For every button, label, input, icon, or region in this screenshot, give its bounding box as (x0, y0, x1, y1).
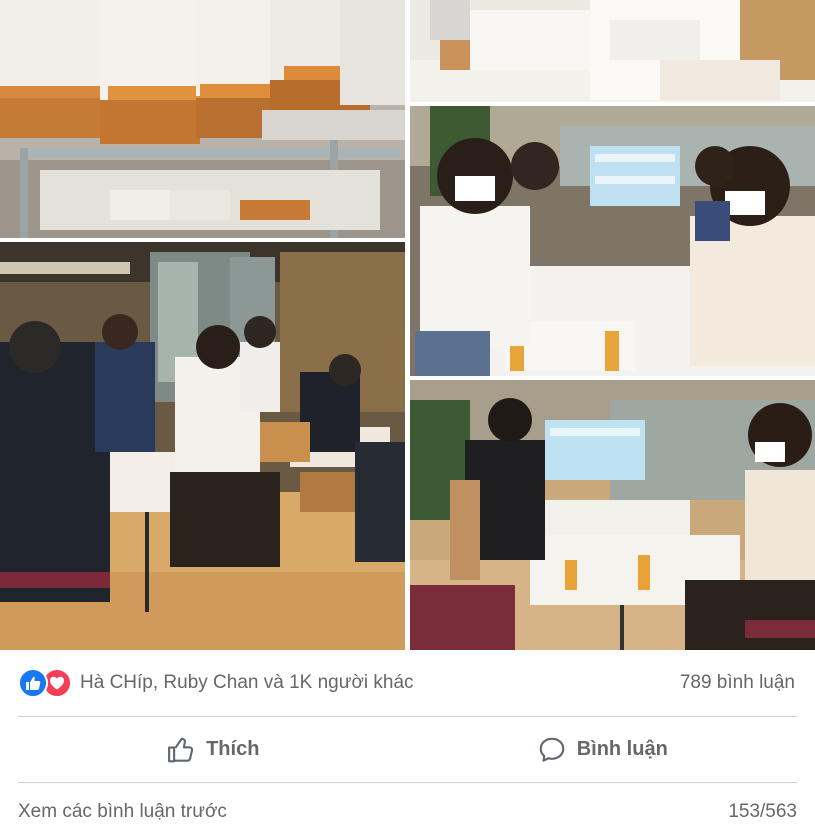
comments-page-count: 153/563 (728, 800, 797, 822)
like-icon (18, 668, 48, 698)
comment-label: Bình luận (576, 738, 668, 760)
comment-count[interactable]: 789 bình luận (680, 672, 797, 694)
photo-women-masks[interactable] (410, 106, 815, 376)
reactions-bar: Hà CHíp, Ruby Chan và 1K người khác 789 … (0, 650, 815, 716)
view-previous-comments-link[interactable]: Xem các bình luận trước (18, 801, 227, 823)
photo-envelopes[interactable] (0, 0, 405, 238)
photo-grid (0, 0, 815, 650)
photo-packing-table[interactable] (410, 380, 815, 650)
photo-office-table[interactable] (0, 242, 405, 650)
reaction-icons[interactable] (18, 668, 72, 698)
photo-hands-gloves[interactable] (410, 0, 815, 102)
reactors-summary[interactable]: Hà CHíp, Ruby Chan và 1K người khác (80, 672, 414, 694)
comment-button[interactable]: Bình luận (408, 717, 798, 782)
thumbs-up-icon (166, 735, 196, 765)
post-actions: Thích Bình luận (18, 717, 797, 782)
comments-pager: Xem các bình luận trước 153/563 (18, 783, 797, 840)
like-button[interactable]: Thích (18, 717, 408, 782)
comment-icon (537, 735, 567, 765)
like-label: Thích (206, 738, 260, 760)
